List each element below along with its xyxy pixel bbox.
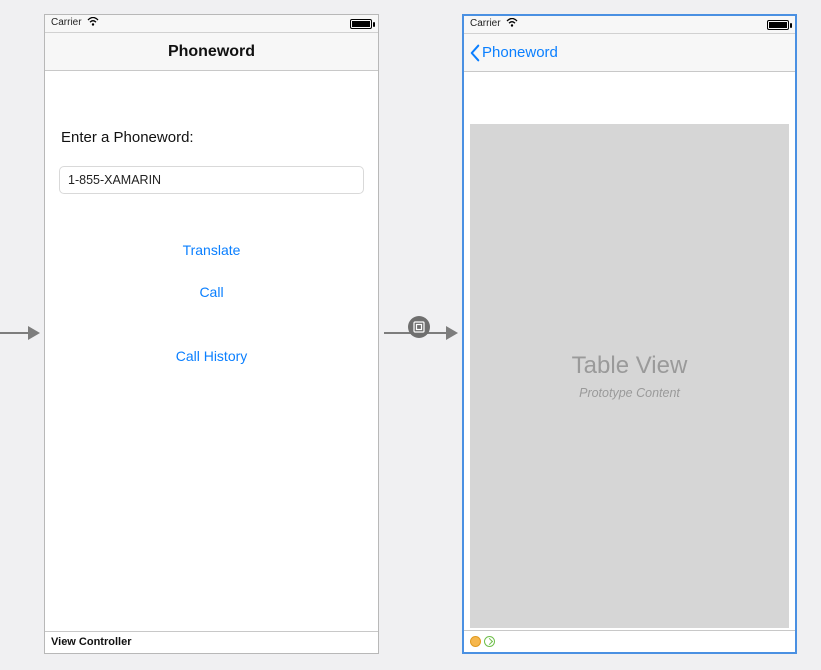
nav-bar: Phoneword: [45, 33, 378, 71]
screen-phoneword: Carrier Phoneword Enter a Phoneword: 1-8…: [44, 14, 379, 654]
wifi-icon: [506, 18, 518, 31]
scene-footer: [464, 630, 795, 652]
wifi-icon: [87, 17, 99, 30]
nav-bar: Phoneword: [464, 34, 795, 72]
back-label: Phoneword: [482, 44, 558, 61]
segue-arrow-in: [0, 326, 40, 340]
phoneword-input[interactable]: 1-855-XAMARIN: [59, 166, 364, 194]
call-history-button[interactable]: Call History: [45, 348, 378, 364]
table-view[interactable]: Table View Prototype Content: [470, 124, 789, 628]
carrier-label: Carrier: [470, 18, 501, 29]
table-view-title: Table View: [572, 352, 688, 380]
segue-arrow: [384, 326, 458, 340]
scene-footer: View Controller: [45, 631, 378, 653]
prompt-label: Enter a Phoneword:: [61, 129, 378, 146]
status-bar: Carrier: [45, 15, 378, 33]
status-bar: Carrier: [464, 16, 795, 34]
white-band: [464, 72, 795, 124]
first-responder-icon: [470, 636, 481, 647]
call-button[interactable]: Call: [45, 284, 378, 300]
back-button[interactable]: Phoneword: [468, 44, 558, 62]
exit-icon: [484, 636, 495, 647]
battery-icon: [350, 19, 372, 29]
battery-icon: [767, 20, 789, 30]
screen-call-history: Carrier Phoneword Table View Prototype C…: [462, 14, 797, 654]
segue-icon: [408, 316, 430, 338]
phoneword-input-value: 1-855-XAMARIN: [68, 173, 161, 187]
page-title: Phoneword: [45, 43, 378, 61]
chevron-left-icon: [468, 44, 482, 62]
carrier-label: Carrier: [51, 17, 82, 28]
translate-button[interactable]: Translate: [45, 242, 378, 258]
scene-footer-label: View Controller: [51, 636, 131, 648]
table-view-subtitle: Prototype Content: [579, 386, 680, 400]
